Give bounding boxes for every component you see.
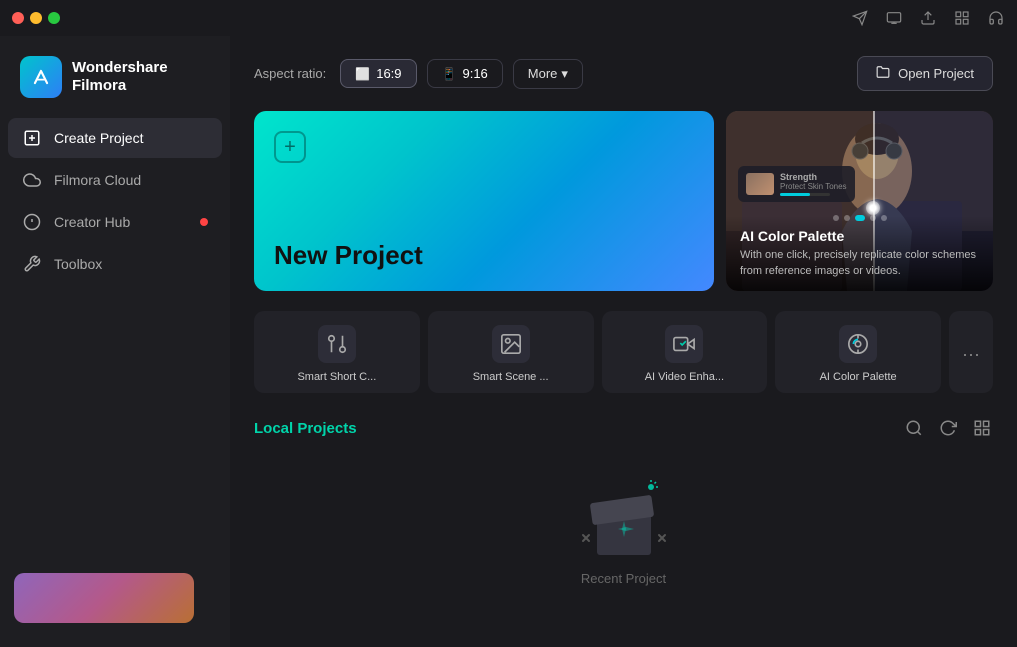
layout-grid-icon[interactable] (971, 417, 993, 439)
portrait-icon: 📱 (442, 67, 457, 81)
headphone-icon[interactable] (987, 9, 1005, 27)
ai-video-enhance-icon (665, 325, 703, 363)
screen-icon[interactable] (885, 9, 903, 27)
tool-smart-short-cut[interactable]: Smart Short C... (254, 311, 420, 393)
aspect-ratio-label: Aspect ratio: (254, 66, 326, 81)
toolbox-label: Toolbox (54, 256, 102, 272)
cards-row: + New Project (254, 111, 993, 291)
creator-hub-badge (200, 218, 208, 226)
empty-box-illustration (579, 479, 669, 559)
chevron-down-icon: ▾ (561, 66, 568, 82)
sidebar-bottom (0, 561, 230, 635)
tool-label-1: Smart Scene ... (438, 371, 584, 383)
tool-more[interactable]: ··· (949, 311, 993, 393)
smart-scene-icon (492, 325, 530, 363)
ai-info-overlay: AI Color Palette With one click, precise… (726, 216, 993, 291)
more-label: More (528, 66, 558, 81)
ai-card-image: Strength Protect Skin Tones (726, 111, 993, 291)
titlebar-actions (851, 9, 1005, 27)
filmora-cloud-icon (22, 170, 42, 190)
filmora-cloud-label: Filmora Cloud (54, 172, 141, 188)
tool-label-2: AI Video Enha... (612, 371, 758, 383)
app-body: Wondershare Filmora Create Project (0, 36, 1017, 647)
sidebar-item-create-project[interactable]: Create Project (8, 118, 222, 158)
open-project-label: Open Project (898, 66, 974, 81)
sidebar-item-creator-hub[interactable]: Creator Hub (8, 202, 222, 242)
maximize-button[interactable] (48, 12, 60, 24)
ai-skin-card: Strength Protect Skin Tones (738, 166, 855, 202)
create-project-label: Create Project (54, 130, 143, 146)
open-project-button[interactable]: Open Project (857, 56, 993, 91)
logo-icon (20, 56, 62, 98)
aspect-btn-16-9[interactable]: ⬜ 16:9 (340, 59, 416, 88)
aspect-9-16-label: 9:16 (462, 66, 487, 81)
user-avatar[interactable] (14, 573, 194, 623)
sidebar-item-filmora-cloud[interactable]: Filmora Cloud (8, 160, 222, 200)
more-tools-icon: ··· (962, 344, 980, 365)
toolbox-icon (22, 254, 42, 274)
upload-icon[interactable] (919, 9, 937, 27)
empty-state: Recent Project (254, 459, 993, 606)
ai-split-dot (866, 201, 880, 215)
local-projects-section: Local Projects (254, 417, 993, 439)
grid-icon[interactable] (953, 9, 971, 27)
minimize-button[interactable] (30, 12, 42, 24)
tool-ai-video-enhance[interactable]: AI Video Enha... (602, 311, 768, 393)
aspect-ratio-bar: Aspect ratio: ⬜ 16:9 📱 9:16 More ▾ Open … (254, 56, 993, 91)
search-icon[interactable] (903, 417, 925, 439)
ai-dot-1 (833, 215, 839, 221)
folder-icon (876, 65, 890, 82)
ai-feature-card[interactable]: Strength Protect Skin Tones (726, 111, 993, 291)
creator-hub-label: Creator Hub (54, 214, 130, 230)
smart-short-cut-icon (318, 325, 356, 363)
new-project-title: New Project (274, 240, 694, 271)
ai-skin-thumb (746, 173, 774, 195)
sidebar-item-toolbox[interactable]: Toolbox (8, 244, 222, 284)
sidebar-nav: Create Project Filmora Cloud Creator (0, 118, 230, 284)
ai-dot-2 (844, 215, 850, 221)
app-logo: Wondershare Filmora (0, 48, 230, 118)
sidebar: Wondershare Filmora Create Project (0, 36, 230, 647)
ai-color-palette-icon (839, 325, 877, 363)
ai-card-title: AI Color Palette (740, 228, 979, 244)
brand-name: Wondershare (72, 59, 168, 77)
landscape-icon: ⬜ (355, 67, 370, 81)
new-project-card[interactable]: + New Project (254, 111, 714, 291)
ai-dot-4 (870, 215, 876, 221)
tool-label-0: Smart Short C... (264, 371, 410, 383)
new-project-plus-icon: + (274, 131, 306, 163)
aspect-16-9-label: 16:9 (376, 66, 401, 81)
ai-progress-dots (833, 215, 887, 221)
titlebar (0, 0, 1017, 36)
share-icon[interactable] (851, 9, 869, 27)
aspect-btn-9-16[interactable]: 📱 9:16 (427, 59, 503, 88)
logo-text: Wondershare Filmora (72, 59, 168, 95)
ai-tools-row: Smart Short C... Smart Scene ... AI Vide… (254, 311, 993, 393)
ai-dot-3 (855, 215, 865, 221)
create-project-icon (22, 128, 42, 148)
creator-hub-icon (22, 212, 42, 232)
ai-card-description: With one click, precisely replicate colo… (740, 248, 979, 279)
ai-dot-5 (881, 215, 887, 221)
tool-ai-color-palette[interactable]: AI Color Palette (775, 311, 941, 393)
close-button[interactable] (12, 12, 24, 24)
tool-smart-scene[interactable]: Smart Scene ... (428, 311, 594, 393)
empty-state-label: Recent Project (581, 571, 666, 586)
ai-skin-text: Strength Protect Skin Tones (780, 172, 847, 196)
tool-label-3: AI Color Palette (785, 371, 931, 383)
local-projects-title: Local Projects (254, 420, 357, 437)
main-content: Aspect ratio: ⬜ 16:9 📱 9:16 More ▾ Open … (230, 36, 1017, 647)
local-projects-actions (903, 417, 993, 439)
more-button[interactable]: More ▾ (513, 59, 583, 89)
window-controls (12, 12, 60, 24)
refresh-icon[interactable] (937, 417, 959, 439)
app-name: Filmora (72, 77, 168, 95)
